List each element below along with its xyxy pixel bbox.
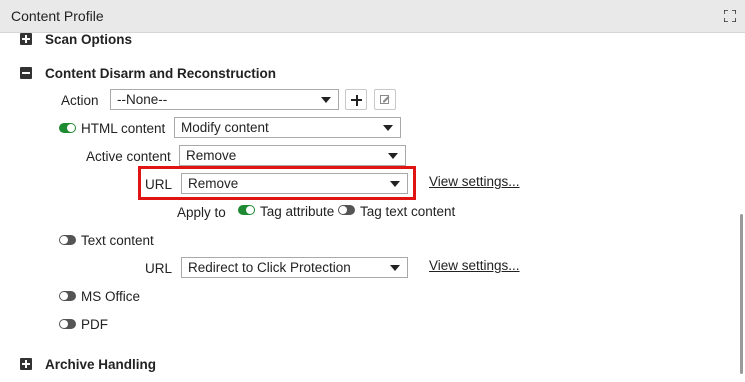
html-content-label: HTML content <box>81 121 166 136</box>
window-titlebar: Content Profile <box>0 0 745 33</box>
chevron-down-icon <box>390 181 400 187</box>
section-cdr[interactable]: Content Disarm and Reconstruction <box>45 66 276 81</box>
vertical-scrollbar[interactable] <box>740 214 743 374</box>
pdf-label: PDF <box>81 317 108 332</box>
action-select-value: --None-- <box>117 92 168 107</box>
html-content-toggle[interactable] <box>59 123 76 133</box>
edit-icon <box>380 95 390 104</box>
ms-office-label: MS Office <box>81 289 141 304</box>
active-content-select[interactable]: Remove <box>179 145 406 166</box>
expand-icon[interactable] <box>724 10 736 22</box>
expand-archive-handling-icon[interactable] <box>20 358 32 370</box>
chevron-down-icon <box>383 125 393 131</box>
text-url-select[interactable]: Redirect to Click Protection <box>181 257 408 278</box>
ms-office-toggle[interactable] <box>59 291 76 301</box>
html-url-select-value: Remove <box>188 176 239 191</box>
apply-to-label: Apply to <box>177 205 226 220</box>
edit-button[interactable] <box>374 89 396 110</box>
expand-scan-options-icon[interactable] <box>20 33 32 45</box>
active-content-select-value: Remove <box>186 148 237 163</box>
section-scan-options[interactable]: Scan Options <box>45 32 132 47</box>
tag-text-content-label: Tag text content <box>360 204 456 219</box>
html-content-select[interactable]: Modify content <box>174 117 401 138</box>
text-content-toggle[interactable] <box>59 235 76 245</box>
pdf-toggle[interactable] <box>59 319 76 329</box>
html-url-view-settings-link[interactable]: View settings... <box>429 174 520 189</box>
collapse-cdr-icon[interactable] <box>20 67 32 79</box>
text-url-label: URL <box>145 261 173 276</box>
tag-attribute-toggle[interactable] <box>238 205 255 215</box>
chevron-down-icon <box>390 265 400 271</box>
chevron-down-icon <box>388 153 398 159</box>
tag-text-content-toggle[interactable] <box>338 205 355 215</box>
section-archive-handling[interactable]: Archive Handling <box>45 357 156 372</box>
text-url-view-settings-link[interactable]: View settings... <box>429 258 520 273</box>
chevron-down-icon <box>321 97 331 103</box>
text-content-label: Text content <box>81 233 154 248</box>
html-url-label: URL <box>145 177 173 192</box>
add-button[interactable] <box>345 89 367 110</box>
tag-attribute-label: Tag attribute <box>260 204 335 219</box>
action-select[interactable]: --None-- <box>110 89 339 110</box>
action-label: Action <box>61 93 99 108</box>
active-content-label: Active content <box>86 149 171 164</box>
text-url-select-value: Redirect to Click Protection <box>188 260 351 275</box>
html-url-select[interactable]: Remove <box>181 173 408 194</box>
html-content-select-value: Modify content <box>181 120 269 135</box>
window-title: Content Profile <box>11 8 104 24</box>
